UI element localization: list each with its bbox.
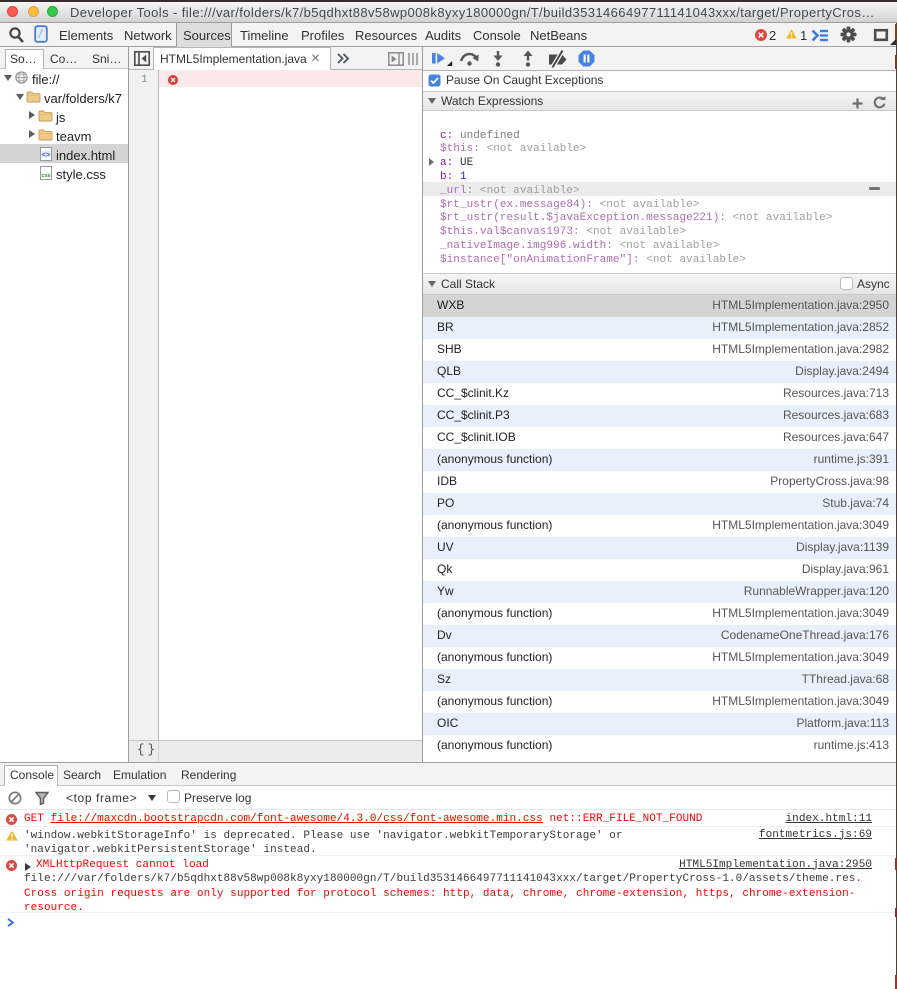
- svg-text:css: css: [42, 172, 51, 178]
- svg-text:<>: <>: [42, 149, 51, 158]
